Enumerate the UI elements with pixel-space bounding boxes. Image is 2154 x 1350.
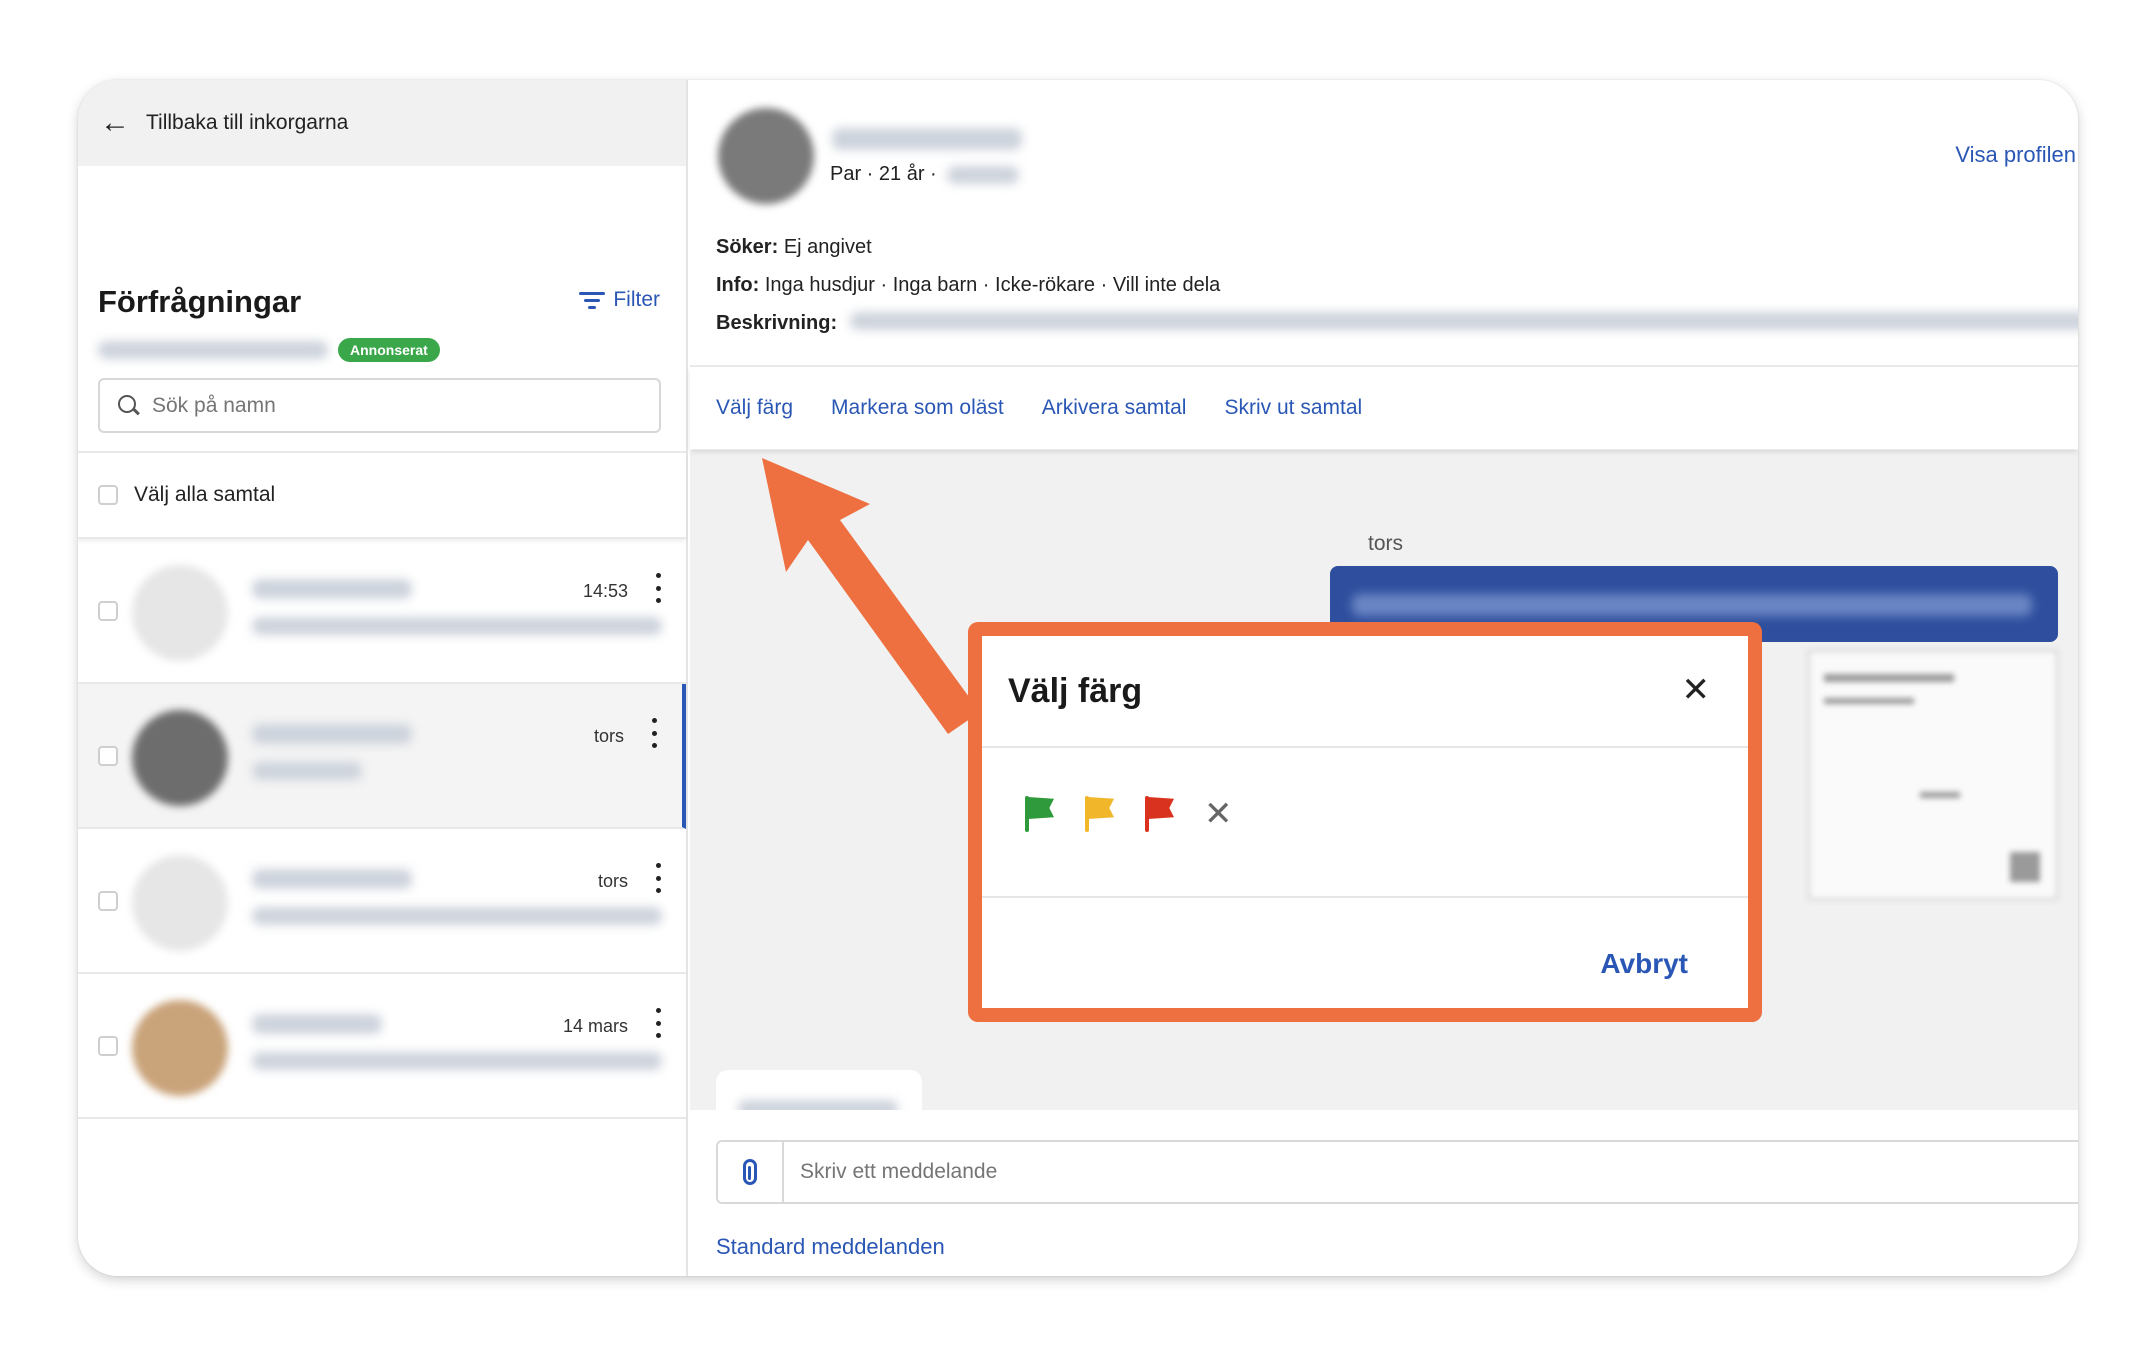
inbox-sidebar: ← Tillbaka till inkorgarna Förfrågningar… [78,80,688,1276]
profile-header: Par · 21 år · Visa profilen Söker: Ej an… [690,80,2078,367]
choose-color-link[interactable]: Välj färg [716,396,793,420]
profile-location-redacted [946,165,1019,184]
filter-button[interactable]: Filter [579,288,660,312]
select-all-row[interactable]: Välj alla samtal [78,453,686,539]
contact-name-redacted [252,869,412,889]
contact-name-redacted [252,724,412,744]
cancel-button[interactable]: Avbryt [1600,948,1688,980]
green-flag-icon[interactable] [1022,794,1056,834]
seeking-row: Söker: Ej angivet [716,236,872,259]
search-input[interactable] [152,393,632,418]
more-options-icon[interactable] [656,1008,662,1038]
conversation-time: tors [597,871,628,891]
filter-label: Filter [613,288,660,311]
standard-messages-link[interactable]: Standard meddelanden [716,1234,945,1260]
status-badge: Annonserat [338,338,440,362]
description-redacted [850,312,2078,330]
composer-box [716,1140,2078,1204]
conversation-time: tors [593,726,624,746]
conversation-item[interactable]: 14 mars [78,974,686,1119]
conversation-time: 14:53 [582,581,628,601]
message-composer: Standard meddelanden [690,1110,2078,1276]
avatar [132,1000,228,1096]
divider [982,896,1748,898]
seeking-label: Söker: [716,236,779,258]
annotation-highlight: Välj färg ✕ ✕ Avbryt [968,622,1762,1022]
search-icon [118,394,140,417]
info-row: Info: Inga husdjur · Inga barn · Icke-rö… [716,274,1220,297]
back-to-inboxes-link[interactable]: ← Tillbaka till inkorgarna [78,80,686,166]
conversation-item[interactable]: 14:53 [78,539,686,684]
profile-meta-text: Par · 21 år · [830,163,937,185]
profile-meta: Par · 21 år · [830,163,1019,186]
red-flag-icon[interactable] [1142,794,1176,834]
back-label: Tillbaka till inkorgarna [146,111,349,134]
conversation-checkbox[interactable] [98,1036,118,1056]
more-options-icon[interactable] [652,718,658,748]
paperclip-icon [743,1159,757,1185]
sent-message-redacted [1352,594,2032,616]
conversation-item[interactable]: tors [78,829,686,974]
attach-button[interactable] [718,1142,784,1202]
conversation-item[interactable]: tors [78,684,686,829]
message-preview-redacted [252,1052,662,1070]
description-row: Beskrivning: [716,312,837,335]
sidebar-header: Förfrågningar Filter Annonserat [78,166,686,453]
profile-name-redacted [832,128,1022,150]
contact-name-redacted [252,579,412,599]
listing-name-redacted [98,341,328,359]
attachment-thumbnail[interactable] [1808,650,2058,900]
day-separator: tors [1368,532,1404,555]
print-link[interactable]: Skriv ut samtal [1224,396,1362,420]
archive-link[interactable]: Arkivera samtal [1042,396,1187,420]
profile-avatar [718,108,814,204]
seeking-value: Ej angivet [783,236,872,258]
info-value: Inga husdjur · Inga barn · Icke-rökare ·… [764,274,1221,296]
message-preview-redacted [252,617,662,635]
select-all-label: Välj alla samtal [134,483,276,506]
conversation-time: 14 mars [562,1016,628,1036]
close-icon[interactable]: ✕ [1682,670,1711,710]
more-options-icon[interactable] [656,863,662,893]
divider [982,746,1748,748]
listing-row: Annonserat [98,338,440,362]
avatar [132,855,228,951]
color-options: ✕ [1022,794,1233,834]
yellow-flag-icon[interactable] [1082,794,1116,834]
conversation-actions: Välj färg Markera som oläst Arkivera sam… [690,367,2078,449]
message-preview-redacted [252,907,662,925]
choose-color-dialog: Välj färg ✕ ✕ Avbryt [982,636,1748,1008]
avatar [132,565,228,661]
filter-icon [579,291,606,309]
select-all-checkbox[interactable] [98,485,118,505]
more-options-icon[interactable] [656,573,662,603]
clear-color-icon[interactable]: ✕ [1204,794,1233,834]
contact-name-redacted [252,1014,382,1034]
conversation-checkbox[interactable] [98,601,118,621]
arrow-left-icon: ← [100,106,130,139]
search-field[interactable] [98,378,661,433]
avatar [132,710,228,806]
dialog-title: Välj färg [1008,672,1143,710]
conversation-checkbox[interactable] [98,746,118,766]
mark-unread-link[interactable]: Markera som oläst [831,396,1004,420]
conversation-checkbox[interactable] [98,891,118,911]
description-label: Beskrivning: [716,312,838,334]
message-input[interactable] [784,1142,1984,1202]
message-preview-redacted [252,762,362,780]
info-label: Info: [716,274,760,296]
page-title: Förfrågningar [98,284,302,319]
view-profile-link[interactable]: Visa profilen [1955,142,2076,168]
